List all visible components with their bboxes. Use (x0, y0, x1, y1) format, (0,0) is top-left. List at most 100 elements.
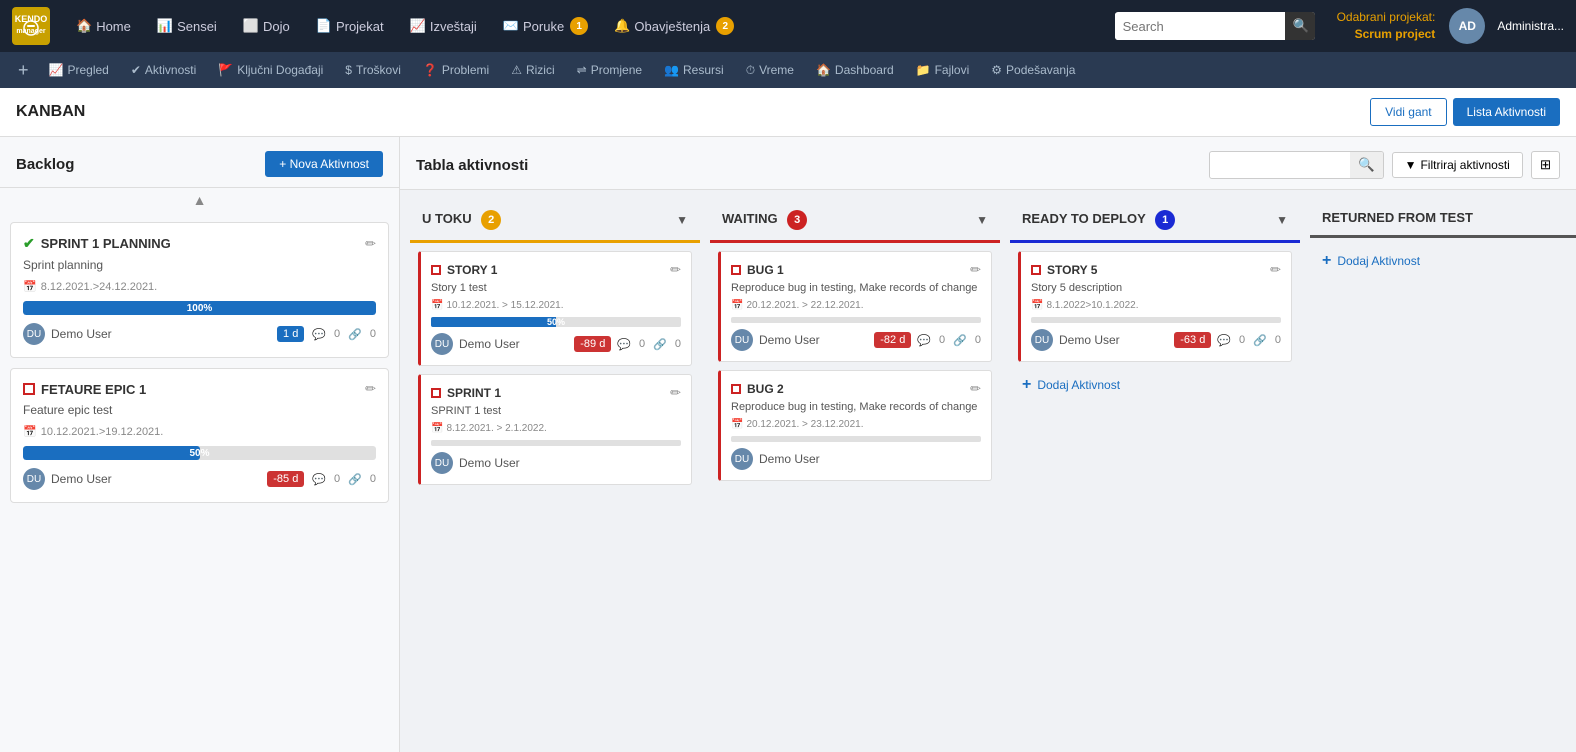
user-row: DU Demo User (1031, 329, 1120, 351)
kanban-card-title: BUG 1 (731, 263, 784, 277)
nav-promjene[interactable]: ⇌ Promjene (567, 59, 652, 81)
kanban-card-desc: Story 5 description (1031, 282, 1281, 294)
second-nav: + 📈 Pregled ✔ Aktivnosti 🚩 Ključni Događ… (0, 52, 1576, 88)
edit-icon[interactable]: ✏ (670, 385, 681, 401)
nav-kljucni[interactable]: 🚩 Ključni Događaji (208, 59, 333, 81)
nav-aktivnosti[interactable]: ✔ Aktivnosti (121, 59, 206, 81)
avatar[interactable]: AD (1449, 8, 1485, 44)
projekat-icon: 📄 (316, 18, 332, 34)
filter-button[interactable]: ▼ Filtriraj aktivnosti (1392, 152, 1523, 178)
add-nav-button[interactable]: + (10, 60, 37, 81)
comment-icon: 💬 (917, 334, 931, 347)
board-search-button[interactable]: 🔍 (1350, 152, 1383, 178)
edit-icon[interactable]: ✏ (670, 262, 681, 278)
kanban-dates: 📅 20.12.2021. > 22.12.2021. (731, 300, 981, 311)
grid-view-button[interactable]: ⊞ (1531, 151, 1560, 179)
nav-rizici[interactable]: ⚠ Rizici (501, 59, 564, 81)
column-badge: 1 (1155, 210, 1175, 230)
column-waiting: WAITING 3 ▼ BUG 1 (710, 200, 1000, 742)
day-badge: 1 d (277, 326, 304, 342)
nav-podesavanja[interactable]: ⚙ Podešavanja (981, 59, 1085, 81)
nav-sensei[interactable]: 📊 Sensei (147, 12, 227, 40)
kanban-footer: DU Demo User (731, 448, 981, 470)
nav-pregled[interactable]: 📈 Pregled (39, 59, 119, 81)
rizici-icon: ⚠ (511, 63, 522, 77)
vidi-gant-button[interactable]: Vidi gant (1370, 98, 1446, 126)
nav-home[interactable]: 🏠 Home (66, 12, 141, 40)
kanban-card-title: SPRINT 1 (431, 386, 501, 400)
mini-avatar: DU (731, 448, 753, 470)
kanban-card-title-row: BUG 2 ✏ (731, 381, 981, 397)
board-search-input[interactable] (1210, 153, 1350, 177)
edit-icon[interactable]: ✏ (1270, 262, 1281, 278)
kanban-footer: DU Demo User -89 d 💬 0 🔗 0 (431, 333, 681, 355)
edit-icon[interactable]: ✏ (970, 381, 981, 397)
edit-icon[interactable]: ✏ (365, 236, 376, 252)
user-row: DU Demo User (731, 448, 820, 470)
nav-obavjestenja[interactable]: 🔔 Obavještenja 2 (604, 11, 744, 41)
nav-poruke[interactable]: ✉️ Poruke 1 (493, 11, 598, 41)
search-button[interactable]: 🔍 (1285, 12, 1315, 40)
nav-problemi[interactable]: ❓ Problemi (413, 59, 499, 81)
vreme-icon: ⏱ (746, 63, 755, 78)
backlog-card-sprint1planning: ✔ SPRINT 1 PLANNING ✏ Sprint planning 📅 … (10, 222, 389, 358)
nav-fajlovi[interactable]: 📁 Fajlovi (906, 59, 980, 81)
nav-vreme[interactable]: ⏱ Vreme (736, 59, 804, 82)
obavjestenja-badge: 2 (716, 17, 734, 35)
search-input[interactable] (1115, 13, 1285, 40)
kanban-progress: 50% (431, 317, 681, 327)
nav-dojo[interactable]: ⬜ Dojo (233, 12, 300, 40)
board-area: Tabla aktivnosti 🔍 ▼ Filtriraj aktivnost… (400, 137, 1576, 752)
column-body-ready: STORY 5 ✏ Story 5 description 📅 8.1.2022… (1010, 243, 1300, 742)
add-activity-ready[interactable]: + Dodaj Aktivnost (1018, 370, 1292, 400)
nova-aktivnost-button[interactable]: + Nova Aktivnost (265, 151, 383, 177)
edit-icon[interactable]: ✏ (365, 381, 376, 397)
chevron-down-icon[interactable]: ▼ (676, 213, 688, 227)
nav-izvestaji[interactable]: 📈 Izveštaji (400, 12, 487, 40)
dashboard-icon: 🏠 (816, 63, 831, 77)
board-columns: U TOKU 2 ▼ STORY 1 (400, 190, 1576, 752)
backlog-sidebar: Backlog + Nova Aktivnost ▲ ✔ SPRINT 1 PL… (0, 137, 400, 752)
lista-aktivnosti-button[interactable]: Lista Aktivnosti (1453, 98, 1560, 126)
column-header-u-toku: U TOKU 2 ▼ (410, 200, 700, 243)
comment-icon: 💬 (617, 338, 631, 351)
kanban-card-story5: STORY 5 ✏ Story 5 description 📅 8.1.2022… (1018, 251, 1292, 362)
card-dates: 📅 8.12.2021.>24.12.2021. (23, 280, 376, 293)
user-row: DU Demo User (23, 468, 112, 490)
column-body-u-toku: STORY 1 ✏ Story 1 test 📅 10.12.2021. > 1… (410, 243, 700, 742)
calendar-icon: 📅 (23, 280, 37, 293)
nav-dashboard[interactable]: 🏠 Dashboard (806, 59, 904, 81)
board-search: 🔍 (1209, 151, 1384, 179)
kanban-dates: 📅 20.12.2021. > 23.12.2021. (731, 419, 981, 430)
chevron-down-icon[interactable]: ▼ (976, 213, 988, 227)
meta-icons: 💬 0 🔗 0 (312, 328, 376, 341)
mini-avatar: DU (731, 329, 753, 351)
card-desc: Feature epic test (23, 403, 376, 417)
scroll-up-arrow[interactable]: ▲ (0, 188, 399, 212)
nav-resursi[interactable]: 👥 Resursi (654, 59, 734, 81)
kanban-dates: 📅 8.12.2021. > 2.1.2022. (431, 423, 681, 434)
search-area: 🔍 (1115, 12, 1315, 40)
card-dates: 📅 10.12.2021.>19.12.2021. (23, 425, 376, 438)
nav-troskovi[interactable]: $ Troškovi (335, 59, 411, 81)
user-row: DU Demo User (431, 452, 520, 474)
kanban-card-desc: Story 1 test (431, 282, 681, 294)
link-icon: 🔗 (653, 338, 667, 351)
card-title: ✔ SPRINT 1 PLANNING (23, 235, 171, 252)
poruke-icon: ✉️ (503, 18, 519, 34)
chevron-down-icon[interactable]: ▼ (1276, 213, 1288, 227)
user-row: DU Demo User (731, 329, 820, 351)
backlog-scroll: ✔ SPRINT 1 PLANNING ✏ Sprint planning 📅 … (0, 212, 399, 752)
link-icon: 🔗 (953, 334, 967, 347)
kanban-footer: DU Demo User (431, 452, 681, 474)
add-activity-returned[interactable]: + Dodaj Aktivnost (1318, 246, 1576, 276)
column-header-returned: RETURNED FROM TEST ▼ (1310, 200, 1576, 238)
check-icon: ✔ (23, 235, 35, 252)
progress-text: 50% (23, 446, 376, 460)
edit-icon[interactable]: ✏ (970, 262, 981, 278)
kanban-card-desc: SPRINT 1 test (431, 405, 681, 417)
column-body-waiting: BUG 1 ✏ Reproduce bug in testing, Make r… (710, 243, 1000, 742)
comment-icon: 💬 (312, 328, 326, 341)
logo[interactable]: KENDO manager (12, 7, 50, 45)
nav-projekat[interactable]: 📄 Projekat (306, 12, 394, 40)
